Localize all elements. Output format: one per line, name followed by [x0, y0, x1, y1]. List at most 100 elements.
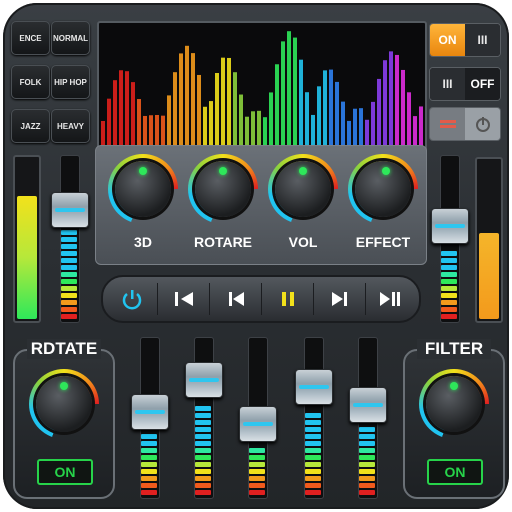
off-label: OFF: [465, 68, 500, 100]
spectrum-bar: [293, 37, 297, 151]
slider-led: [305, 490, 321, 495]
slider-led: [359, 482, 375, 488]
knob-indicator: [60, 382, 68, 390]
knob-indicator: [382, 167, 391, 176]
slider-thumb[interactable]: [239, 406, 277, 443]
slider-led: [249, 461, 265, 467]
spectrum-bar: [371, 101, 375, 151]
eq-slider-4[interactable]: [349, 337, 387, 499]
eq-slider-1[interactable]: [185, 337, 223, 499]
spectrum-bar: [239, 94, 243, 151]
slider-led-stack: [195, 398, 211, 495]
spectrum-visualizer: [97, 21, 427, 153]
slider-led: [359, 475, 375, 481]
pause-button[interactable]: [263, 283, 314, 315]
slider-led: [61, 271, 77, 277]
filter-knob[interactable]: [419, 369, 489, 439]
slider-thumb[interactable]: [349, 387, 387, 424]
filter-on-button[interactable]: ON: [427, 459, 483, 485]
knob-label-0: 3D: [134, 234, 152, 250]
slider-led-stack: [249, 442, 265, 495]
preset-button-0[interactable]: ENCE: [11, 21, 50, 55]
bars-off-toggle[interactable]: III OFF: [429, 67, 501, 101]
play-pause-button[interactable]: [365, 283, 415, 315]
preset-button-1[interactable]: NORMAL: [51, 21, 90, 55]
preset-button-5[interactable]: HEAVY: [51, 109, 90, 143]
slider-led: [441, 306, 457, 312]
previous-button[interactable]: [211, 283, 262, 315]
slider-led: [195, 454, 211, 460]
slider-led: [195, 440, 211, 446]
slider-thumb[interactable]: [295, 368, 333, 405]
toggle-power-icon: [465, 108, 500, 140]
slider-led: [305, 469, 321, 474]
eq-slider-2[interactable]: [239, 337, 277, 499]
slider-led: [249, 468, 265, 474]
slider-led: [249, 447, 265, 453]
slider-led: [61, 243, 77, 249]
knob-body: [195, 161, 251, 217]
spectrum-bar: [107, 98, 111, 151]
slider-thumb[interactable]: [51, 191, 89, 228]
slider-led: [141, 475, 157, 481]
spectrum-bar: [305, 92, 309, 151]
eq-slider-3[interactable]: [295, 337, 333, 499]
spectrum-bars: [101, 31, 423, 151]
slider-led: [441, 250, 457, 256]
next-button[interactable]: [315, 283, 366, 315]
left-level-meter: [13, 155, 41, 323]
rotate-title: RDTATE: [27, 339, 101, 359]
power-icon: [122, 290, 142, 310]
slider-thumb[interactable]: [131, 393, 169, 430]
spectrum-bar: [335, 81, 339, 151]
power-button[interactable]: [107, 283, 158, 315]
slider-led: [141, 440, 157, 446]
spectrum-bar: [377, 78, 381, 151]
knob-indicator: [299, 167, 307, 175]
spectrum-bar: [227, 57, 231, 151]
filter-title: FILTER: [417, 339, 491, 359]
knob-3[interactable]: [348, 154, 418, 224]
spectrum-bar: [173, 72, 177, 151]
slider-led: [305, 448, 321, 453]
bars-label: III: [430, 68, 465, 100]
mode-toggle[interactable]: [429, 107, 501, 141]
spectrum-bar: [167, 95, 171, 151]
slider-led: [359, 489, 375, 495]
slider-led: [195, 419, 211, 425]
filter-panel: FILTER ON: [403, 339, 505, 499]
preset-button-4[interactable]: JAZZ: [11, 109, 50, 143]
spectrum-bar: [119, 70, 123, 151]
eq-slider-0[interactable]: [131, 337, 169, 499]
knob-2[interactable]: [268, 154, 338, 224]
rotate-knob[interactable]: [29, 369, 99, 439]
spectrum-bar: [275, 64, 279, 151]
preset-button-3[interactable]: HIP HOP: [51, 65, 90, 99]
slider-led: [359, 454, 375, 460]
slider-led: [195, 433, 211, 439]
slider-led-stack: [359, 423, 375, 495]
slider-led: [359, 433, 375, 439]
knob-0[interactable]: [108, 154, 178, 224]
rotate-on-button[interactable]: ON: [37, 459, 93, 485]
slider-thumb[interactable]: [185, 362, 223, 399]
equalizer-app: ENCE NORMAL FOLK HIP HOP JAZZ HEAVY ON III II…: [3, 3, 509, 509]
slider-led-stack: [141, 430, 157, 495]
left-volume-slider[interactable]: [51, 155, 89, 323]
power-bars-label: III: [465, 24, 500, 56]
left-meter-fill: [17, 195, 37, 319]
slider-led: [195, 405, 211, 411]
knob-body: [115, 161, 171, 217]
skip-start-button[interactable]: [159, 283, 210, 315]
right-volume-slider[interactable]: [431, 155, 469, 323]
preset-button-2[interactable]: FOLK: [11, 65, 50, 99]
slider-led: [61, 250, 77, 256]
spectrum-bar: [281, 41, 285, 151]
equals-icon: [430, 108, 465, 140]
slider-thumb[interactable]: [431, 207, 469, 244]
knob-1[interactable]: [188, 154, 258, 224]
spectrum-bar: [191, 53, 195, 151]
power-toggle[interactable]: ON III: [429, 23, 501, 57]
spectrum-bar: [401, 69, 405, 151]
knob-label-1: ROTARE: [193, 234, 253, 250]
